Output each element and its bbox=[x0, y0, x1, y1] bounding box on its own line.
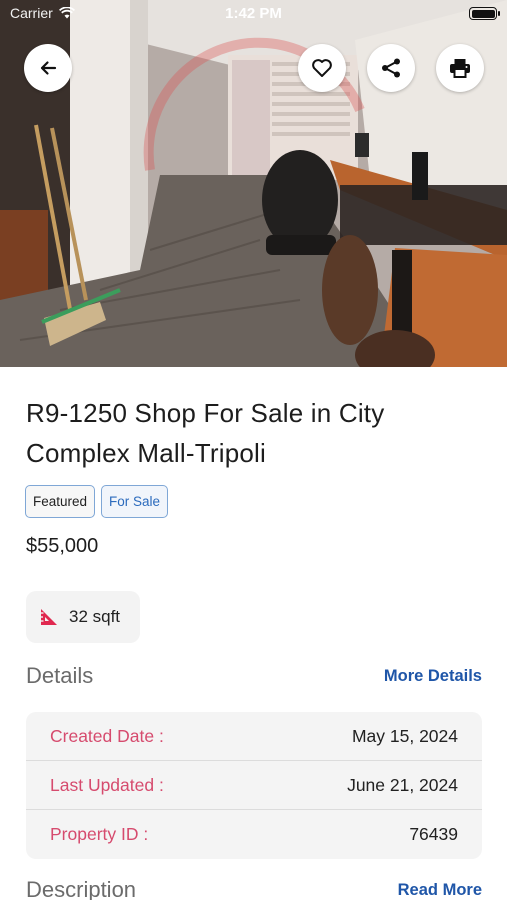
description-header: Description Read More bbox=[26, 877, 482, 900]
detail-label: Property ID : bbox=[50, 824, 149, 844]
battery-icon bbox=[469, 7, 500, 20]
property-photo[interactable] bbox=[0, 0, 507, 367]
listing-price: $55,000 bbox=[26, 535, 99, 557]
details-card: Created Date : May 15, 2024 Last Updated… bbox=[26, 712, 482, 859]
share-icon bbox=[382, 58, 400, 78]
status-bar: Carrier 1:42 PM bbox=[0, 0, 507, 28]
back-button[interactable] bbox=[24, 44, 72, 92]
detail-row-created-date: Created Date : May 15, 2024 bbox=[26, 712, 482, 761]
printer-icon bbox=[450, 59, 470, 78]
badge-group: Featured For Sale bbox=[25, 485, 169, 518]
detail-value: May 15, 2024 bbox=[351, 725, 458, 746]
detail-label: Created Date : bbox=[50, 725, 164, 746]
favorite-button[interactable] bbox=[298, 44, 346, 92]
area-value: 32 sqft bbox=[69, 607, 121, 626]
area-chip: 32 sqft bbox=[26, 591, 140, 643]
featured-badge: Featured bbox=[25, 485, 96, 518]
arrow-left-icon bbox=[40, 61, 57, 75]
detail-label: Last Updated : bbox=[50, 774, 164, 795]
for-sale-badge: For Sale bbox=[101, 485, 169, 518]
detail-value: 76439 bbox=[409, 824, 458, 844]
description-heading: Description bbox=[26, 877, 137, 900]
share-button[interactable] bbox=[367, 44, 415, 92]
read-more-link[interactable]: Read More bbox=[398, 881, 482, 900]
detail-value: June 21, 2024 bbox=[347, 774, 458, 795]
status-time: 1:42 PM bbox=[225, 5, 282, 22]
more-details-link[interactable]: More Details bbox=[384, 667, 482, 686]
print-button[interactable] bbox=[436, 44, 484, 92]
listing-title: R9-1250 Shop For Sale in City Complex Ma… bbox=[26, 398, 385, 468]
details-heading: Details bbox=[26, 663, 94, 688]
detail-row-last-updated: Last Updated : June 21, 2024 bbox=[26, 761, 482, 810]
heart-icon bbox=[312, 59, 332, 77]
details-header: Details More Details bbox=[26, 663, 482, 689]
detail-row-property-id: Property ID : 76439 bbox=[26, 810, 482, 859]
ruler-triangle-icon bbox=[41, 609, 57, 625]
